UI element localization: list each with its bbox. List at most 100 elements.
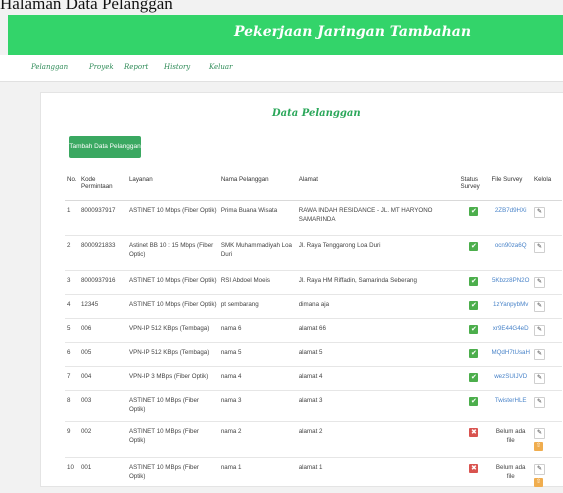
- pencil-icon[interactable]: ✎: [533, 242, 545, 253]
- nav-item-history[interactable]: History: [164, 63, 190, 71]
- cell-status: ✔: [458, 366, 490, 391]
- check-icon: ✔: [469, 397, 479, 406]
- check-icon: ✔: [469, 277, 479, 286]
- file-survey-link[interactable]: xr9E44G4eD: [493, 325, 529, 332]
- cell-nama: nama 5: [218, 342, 297, 367]
- cell-status: ✔: [458, 294, 490, 319]
- add-customer-button[interactable]: Tambah Data Pelanggan: [69, 136, 141, 158]
- cell-kode: 8000937917: [78, 200, 127, 236]
- cell-alamat: RAWA INDAH RESIDANCE - JL. MT HARYONO SA…: [296, 200, 459, 236]
- cell-kelola: ✎: [531, 235, 562, 271]
- column-header: Status Survey: [458, 173, 490, 201]
- pencil-icon[interactable]: ✎: [533, 373, 545, 384]
- cell-kode: 004: [78, 366, 127, 391]
- table-row: 3 8000937916 ASTINET 10 Mbps (Fiber Optik)…: [65, 270, 562, 295]
- cell-status: ✖: [458, 456, 490, 493]
- cell-status: ✖: [458, 420, 490, 458]
- pencil-icon[interactable]: ✎: [533, 325, 545, 336]
- figure-caption: Halaman Data Pelanggan: [0, 0, 173, 13]
- cell-kelola: ✎: [531, 200, 562, 236]
- pencil-icon[interactable]: ✎: [533, 427, 545, 439]
- cell-status: ✔: [458, 342, 490, 367]
- cell-file: xr9E44G4eD: [489, 318, 532, 343]
- nav-item-proyek[interactable]: Proyek: [89, 63, 114, 71]
- pencil-icon[interactable]: ✎: [533, 301, 545, 312]
- nav-item-report[interactable]: Report: [124, 63, 148, 71]
- cell-layanan: ASTINET 10 MBps (Fiber Optik): [126, 390, 219, 422]
- pencil-icon[interactable]: ✎: [533, 397, 545, 408]
- page-title: Data Pelanggan: [272, 108, 361, 119]
- cell-nama: nama 6: [218, 318, 297, 343]
- cell-alamat: Jl. Raya Tenggarong Loa Duri: [296, 235, 459, 271]
- cell-layanan: VPN-IP 512 KBps (Tembaga): [126, 318, 219, 343]
- table-row: 5 006 VPN-IP 512 KBps (Tembaga) nama 6 alama…: [65, 318, 562, 343]
- customer-table: No. Kode Permintaan Layanan Nama Pelangg…: [65, 173, 562, 493]
- top-nav: Pelanggan Proyek Report History Keluar: [0, 55, 563, 82]
- x-icon: ✖: [469, 463, 479, 473]
- column-header: Alamat: [296, 173, 459, 201]
- cell-status: ✔: [458, 235, 490, 271]
- cell-alamat: dimana aja: [296, 294, 459, 319]
- file-survey-link[interactable]: wezSUIJVD: [494, 373, 527, 380]
- cell-layanan: VPN-IP 512 KBps (Tembaga): [126, 342, 219, 367]
- upload-icon[interactable]: ⇧: [533, 441, 543, 451]
- upload-icon[interactable]: ⇧: [533, 477, 543, 487]
- cell-kode: 002: [78, 420, 127, 458]
- cell-kode: 8000937916: [78, 270, 127, 295]
- data-pelanggan-panel: Data Pelanggan Tambah Data Pelanggan No.…: [40, 92, 563, 493]
- file-survey-link[interactable]: 2ZB7d9HXi: [495, 207, 527, 214]
- file-survey-link[interactable]: TwisterHLE: [495, 397, 527, 404]
- x-icon: ✖: [469, 427, 479, 437]
- cell-kode: 006: [78, 318, 127, 343]
- nav-item-keluar[interactable]: Keluar: [209, 63, 232, 71]
- cell-status: ✔: [458, 200, 490, 236]
- pencil-icon[interactable]: ✎: [533, 349, 545, 360]
- table-row: 6 005 VPN-IP 512 KBps (Tembaga) nama 5 alama…: [65, 342, 562, 367]
- column-header: File Survey: [489, 173, 532, 201]
- nav-item-pelanggan[interactable]: Pelanggan: [31, 63, 68, 71]
- file-survey-link[interactable]: 5Kbzz8PN2O: [492, 277, 530, 284]
- table-row: 8 003 ASTINET 10 MBps (Fiber Optik) nama 3a…: [65, 390, 562, 422]
- file-survey-link[interactable]: 1zYanpybMv: [493, 301, 528, 308]
- cell-layanan: ASTINET 10 Mbps (Fiber Optik): [126, 200, 219, 236]
- cell-alamat: alamat 5: [296, 342, 459, 367]
- cell-no: 7: [65, 366, 79, 391]
- cell-alamat: Jl. Raya HM Riffadin, Samarinda Seberang: [296, 270, 459, 295]
- file-survey-text: Belum ada file: [495, 463, 526, 480]
- pencil-icon[interactable]: ✎: [533, 277, 545, 288]
- check-icon: ✔: [469, 349, 479, 358]
- file-survey-link[interactable]: MQdH7tUsaH: [491, 349, 530, 356]
- cell-no: 3: [65, 270, 79, 295]
- table-header-row: No. Kode Permintaan Layanan Nama Pelangg…: [65, 173, 562, 201]
- cell-layanan: ASTINET 10 Mbps (Fiber Optik): [126, 294, 219, 319]
- cell-nama: nama 4: [218, 366, 297, 391]
- file-survey-link[interactable]: ocn90za6Q: [495, 242, 527, 249]
- cell-nama: nama 3: [218, 390, 297, 422]
- cell-kode: 001: [78, 456, 127, 493]
- table-row: 1 8000937917 ASTINET 10 Mbps (Fiber Optik)…: [65, 200, 562, 236]
- pencil-icon[interactable]: ✎: [533, 463, 545, 475]
- cell-no: 4: [65, 294, 79, 319]
- cell-nama: SMK Muhammadiyah Loa Duri: [218, 235, 297, 271]
- app-title: Pekerjaan Jaringan Tambahan: [234, 24, 472, 40]
- column-header: No.: [65, 173, 79, 201]
- pencil-icon[interactable]: ✎: [533, 207, 545, 218]
- cell-layanan: ASTINET 10 MBps (Fiber Optik): [126, 420, 219, 458]
- file-survey-text: Belum ada file: [495, 427, 526, 444]
- cell-layanan: VPN-IP 3 MBps (Fiber Optik): [126, 366, 219, 391]
- cell-file: Belum ada file: [489, 420, 532, 458]
- cell-no: 10: [65, 456, 79, 493]
- table-row: 9 002 ASTINET 10 MBps (Fiber Optik) nama 2a…: [65, 420, 562, 458]
- cell-kelola: ✎: [531, 390, 562, 422]
- check-icon: ✔: [469, 325, 479, 334]
- check-icon: ✔: [469, 207, 479, 216]
- cell-kelola: ✎ ⇧: [531, 420, 562, 458]
- cell-file: ocn90za6Q: [489, 235, 532, 271]
- cell-status: ✔: [458, 318, 490, 343]
- app-header: Pekerjaan Jaringan Tambahan: [8, 15, 563, 55]
- cell-file: TwisterHLE: [489, 390, 532, 422]
- cell-alamat: alamat 2: [296, 420, 459, 458]
- check-icon: ✔: [469, 373, 479, 382]
- cell-file: 2ZB7d9HXi: [489, 200, 532, 236]
- cell-no: 8: [65, 390, 79, 422]
